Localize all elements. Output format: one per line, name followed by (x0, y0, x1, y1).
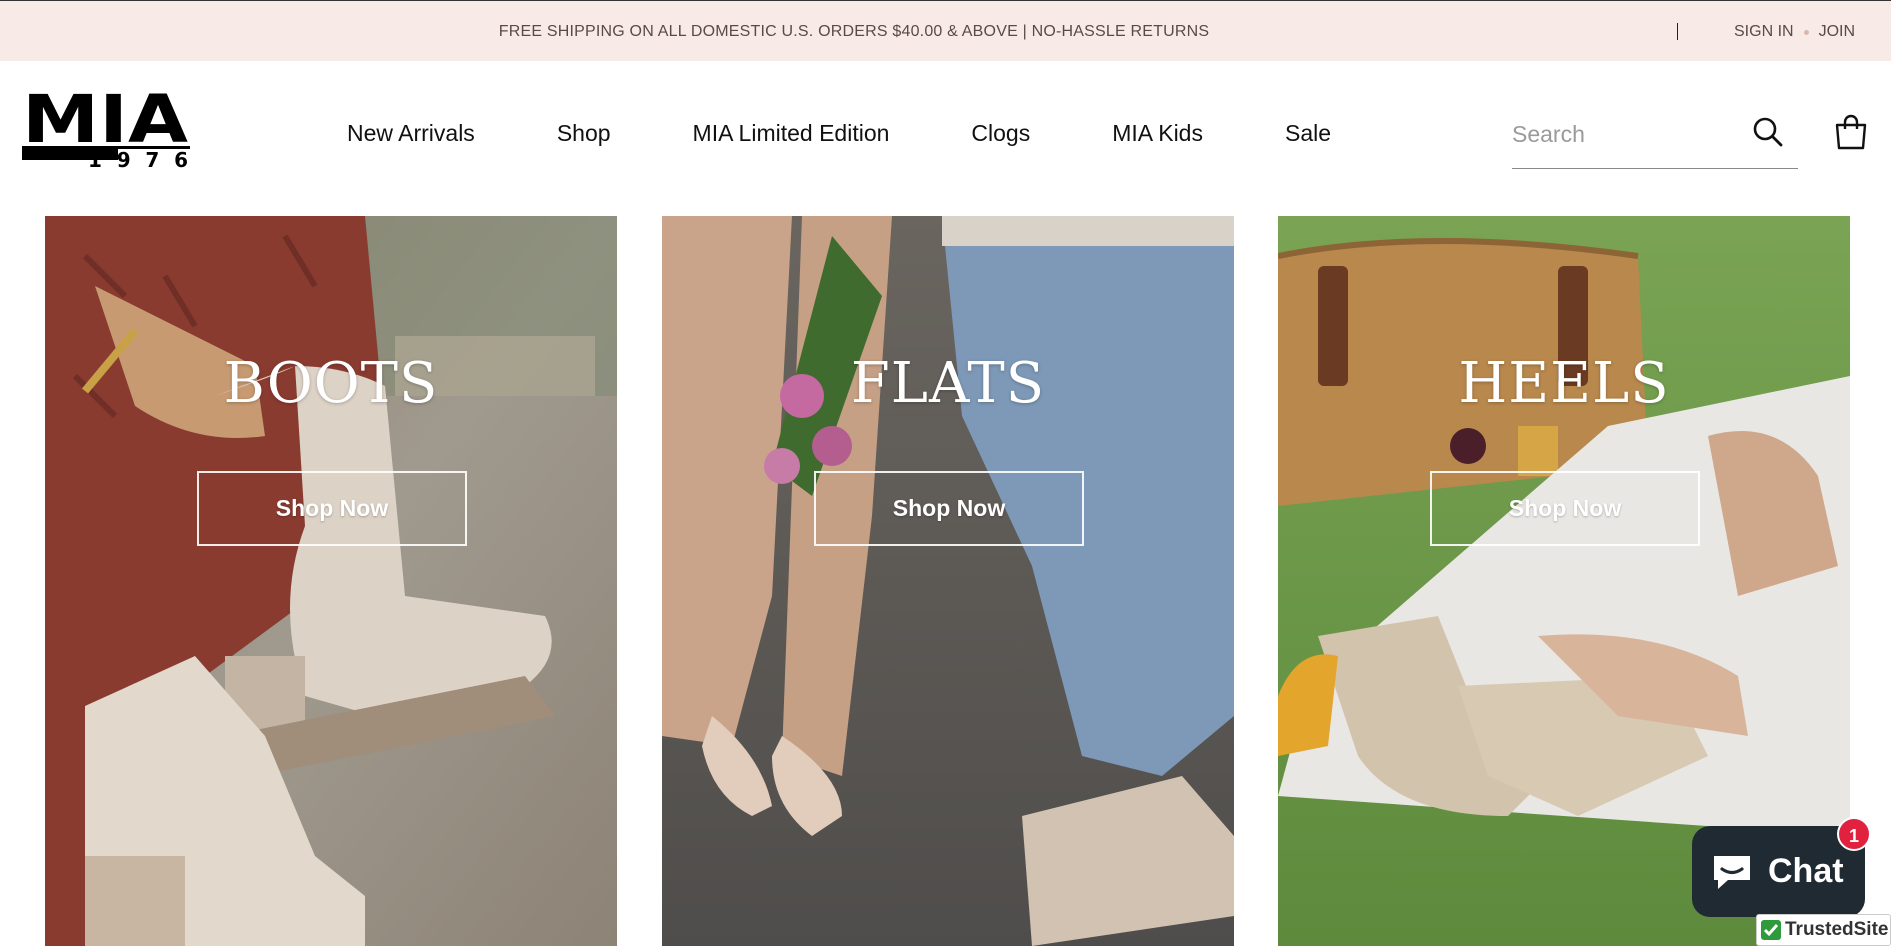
shopping-bag-icon[interactable] (1834, 114, 1868, 150)
nav-new-arrivals[interactable]: New Arrivals (347, 120, 475, 147)
check-icon (1761, 920, 1781, 940)
sign-in-link[interactable]: SIGN IN (1734, 23, 1794, 41)
nav-shop[interactable]: Shop (557, 120, 611, 147)
nav-mia-kids[interactable]: MIA Kids (1112, 120, 1203, 147)
mia-logo[interactable]: MIA 1976 (22, 90, 190, 168)
nav-clogs[interactable]: Clogs (971, 120, 1030, 147)
account-links: SIGN IN JOIN (1734, 23, 1855, 41)
chat-bubble-icon (1714, 855, 1750, 889)
trustedsite-badge[interactable]: TrustedSite® (1756, 914, 1891, 946)
trustedsite-label: TrustedSite (1785, 919, 1889, 940)
main-nav: New Arrivals Shop MIA Limited Edition Cl… (347, 120, 1413, 147)
category-tile-flats[interactable]: FLATS Shop Now (662, 216, 1234, 946)
search-icon[interactable] (1752, 116, 1784, 148)
shop-now-boots-button[interactable]: Shop Now (197, 471, 467, 546)
boots-photo (45, 216, 617, 946)
nav-mia-limited-edition[interactable]: MIA Limited Edition (693, 120, 890, 147)
search-box (1512, 112, 1798, 169)
search-input[interactable] (1512, 116, 1742, 152)
category-title-heels: HEELS (1458, 351, 1670, 416)
nav-sale[interactable]: Sale (1285, 120, 1331, 147)
chat-notification-badge: 1 (1837, 817, 1871, 851)
category-tile-boots[interactable]: BOOTS Shop Now (45, 216, 617, 946)
shipping-announcement: FREE SHIPPING ON ALL DOMESTIC U.S. ORDER… (498, 23, 1210, 40)
shop-now-flats-button[interactable]: Shop Now (814, 471, 1084, 546)
category-title-boots: BOOTS (223, 351, 439, 416)
join-link[interactable]: JOIN (1819, 23, 1855, 41)
chat-label: Chat (1768, 852, 1844, 890)
announcement-divider (1677, 23, 1678, 40)
separator-dot (1803, 29, 1809, 35)
announcement-bar: FREE SHIPPING ON ALL DOMESTIC U.S. ORDER… (0, 0, 1891, 61)
shop-now-heels-button[interactable]: Shop Now (1430, 471, 1700, 546)
flats-photo (662, 216, 1234, 946)
category-title-flats: FLATS (850, 351, 1046, 416)
